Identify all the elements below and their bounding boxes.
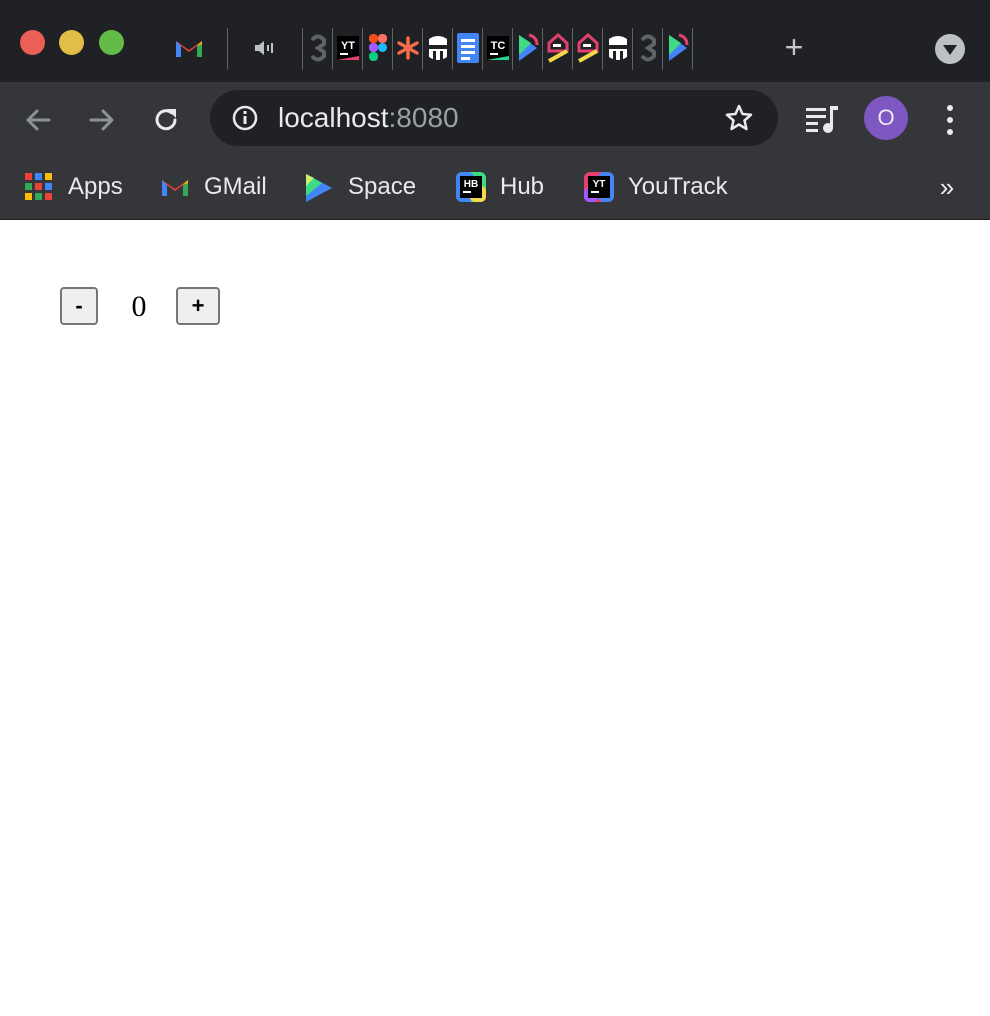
tab-strip: YT TC + [0,0,990,82]
gmail-icon [160,172,190,202]
bookmark-label: Apps [68,173,123,200]
youtrack-icon: YT [584,172,614,202]
tab-separator [362,28,363,70]
tab-separator [572,28,573,70]
tab-separator [227,28,228,70]
database-tab-icon[interactable] [426,32,450,64]
space-icon [304,172,334,202]
profile-avatar[interactable]: O [864,96,908,140]
forward-button[interactable] [82,100,122,140]
bookmarks-overflow-button[interactable]: » [932,170,962,204]
svg-text:YT: YT [341,40,355,52]
bookmarks-bar: Apps GMail Space HB Hub YT YouTrack » [0,158,990,220]
tab-separator [512,28,513,70]
bookmark-apps[interactable]: Apps [24,164,123,210]
bookmark-label: Space [348,173,417,200]
gmail-tab-icon[interactable] [174,32,204,64]
svg-text:YT: YT [593,179,606,190]
tab-separator [662,28,663,70]
bookmark-youtrack[interactable]: YT YouTrack [584,164,728,210]
tab-separator [482,28,483,70]
tab-separator [542,28,543,70]
tab-separator [332,28,333,70]
upsource-tab-icon[interactable] [546,32,570,64]
arrow-left-icon [26,109,51,131]
media-control-icon[interactable] [804,102,840,138]
site-info-icon[interactable] [232,105,258,131]
database-tab-icon-2[interactable] [606,32,630,64]
page-content: - 0 + [0,220,990,1016]
asterisk-tab-icon[interactable] [396,32,420,64]
counter-value: 0 [131,290,147,323]
reload-icon [155,109,177,131]
browser-toolbar: localhost:8080 O [0,82,990,158]
tab-separator [392,28,393,70]
tab-separator [422,28,423,70]
tab-search-icon[interactable] [935,34,965,64]
new-tab-button[interactable]: + [776,28,812,66]
bookmark-star-icon[interactable] [724,103,754,133]
maximize-window-button[interactable] [99,30,124,55]
figma-tab-icon[interactable] [366,32,390,64]
minimize-window-button[interactable] [59,30,84,55]
bookmark-gmail[interactable]: GMail [160,164,267,210]
bookmark-hub[interactable]: HB Hub [456,164,544,210]
reload-button[interactable] [146,100,186,140]
tab-separator [602,28,603,70]
docs-tab-icon[interactable] [456,32,480,64]
bookmark-label: Hub [500,173,545,200]
increment-button[interactable]: + [176,287,220,325]
space-tab-icon-2[interactable] [666,32,690,64]
space-tab-icon[interactable] [516,32,540,64]
pinned-tab-icon-2[interactable] [636,32,660,64]
hub-icon: HB [456,172,486,202]
teamcity-tab-icon[interactable]: TC [486,32,510,64]
bookmark-label: GMail [204,173,267,200]
audio-playing-icon[interactable] [252,32,276,64]
apps-grid-icon [24,172,54,202]
svg-text:TC: TC [491,40,506,52]
upsource-tab-icon-2[interactable] [576,32,600,64]
tab-separator [632,28,633,70]
more-menu-icon[interactable] [938,100,962,140]
arrow-right-icon [89,109,114,131]
url-port: :8080 [388,102,459,133]
close-window-button[interactable] [20,30,45,55]
pinned-tab-icon[interactable] [306,32,330,64]
youtrack-tab-icon[interactable]: YT [336,32,360,64]
decrement-button[interactable]: - [60,287,98,325]
svg-text:HB: HB [464,179,478,190]
bookmark-label: YouTrack [628,173,728,200]
url-text[interactable]: localhost:8080 [278,102,459,134]
url-host: localhost [278,102,389,133]
bookmark-space[interactable]: Space [304,164,416,210]
tab-separator [692,28,693,70]
tab-separator [302,28,303,70]
tab-separator [452,28,453,70]
address-bar[interactable]: localhost:8080 [210,90,778,146]
back-button[interactable] [18,100,58,140]
